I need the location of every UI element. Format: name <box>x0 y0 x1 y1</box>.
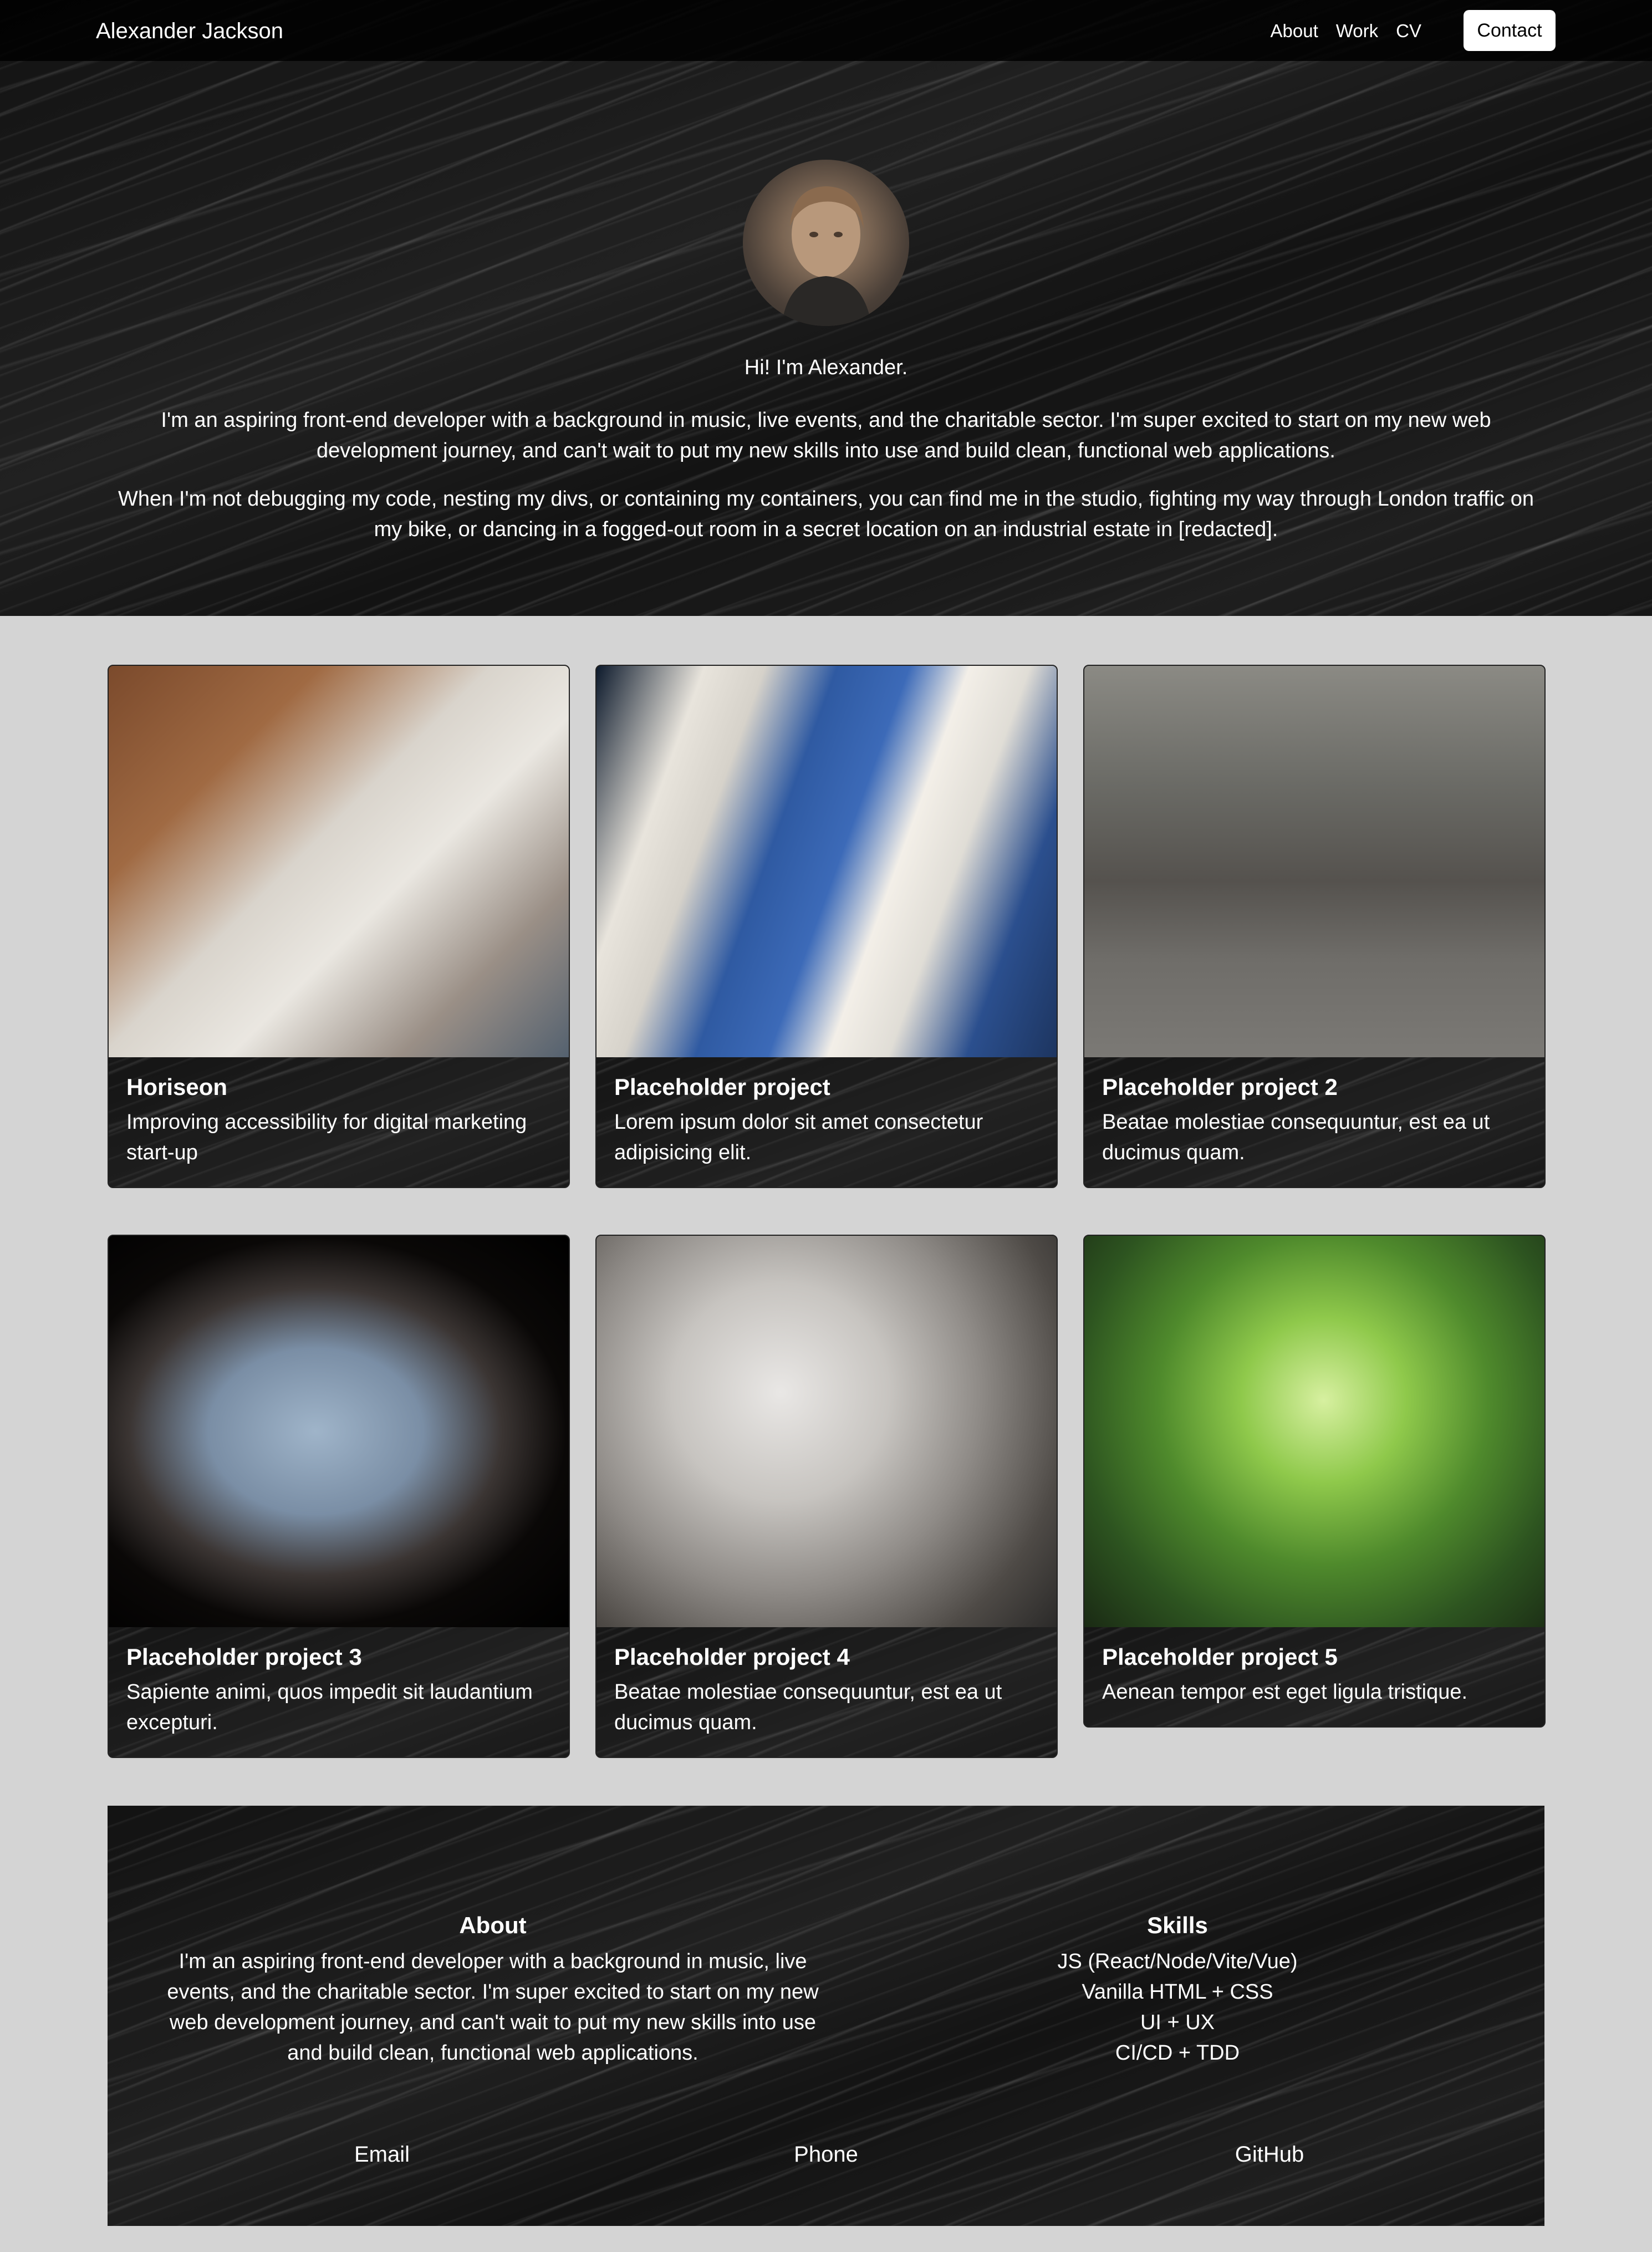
hero-section: Hi! I'm Alexander. I'm an aspiring front… <box>0 0 1652 616</box>
footer-skills: Skills JS (React/Node/Vite/Vue) Vanilla … <box>900 1910 1455 2068</box>
hero-greeting: Hi! I'm Alexander. <box>744 356 908 379</box>
hero-intro-paragraph: I'm an aspiring front-end developer with… <box>161 409 1491 462</box>
skill-item: JS (React/Node/Vite/Vue) <box>1057 1950 1298 1973</box>
nav-link-about[interactable]: About <box>1271 19 1318 43</box>
project-description: Improving accessibility for digital mark… <box>126 1110 527 1164</box>
city-cyclist-photo <box>1084 666 1544 1057</box>
bridge-window-photo <box>109 1236 569 1627</box>
project-description: Beatae molestiae consequuntur, est ea ut… <box>1102 1110 1490 1164</box>
project-card[interactable]: Placeholder project 2 Beatae molestiae c… <box>1083 665 1546 1188</box>
project-card[interactable]: Placeholder project 5 Aenean tempor est … <box>1083 1235 1546 1728</box>
project-card[interactable]: Placeholder project 4 Beatae molestiae c… <box>595 1235 1058 1758</box>
building-facade-photo <box>596 666 1057 1057</box>
contact-button[interactable]: Contact <box>1464 10 1556 51</box>
project-description: Sapiente animi, quos impedit sit laudant… <box>126 1680 533 1734</box>
nav-link-cv[interactable]: CV <box>1396 19 1421 43</box>
skills-list: JS (React/Node/Vite/Vue) Vanilla HTML + … <box>900 1947 1455 2068</box>
profile-avatar <box>743 160 909 326</box>
project-description: Aenean tempor est eget ligula tristique. <box>1102 1680 1468 1704</box>
skill-item: Vanilla HTML + CSS <box>1082 1980 1273 2004</box>
project-card[interactable]: Placeholder project 3 Sapiente animi, qu… <box>108 1235 570 1758</box>
hero-hobbies-paragraph: When I'm not debugging my code, nesting … <box>118 487 1534 541</box>
site-brand[interactable]: Alexander Jackson <box>96 17 283 45</box>
skill-item: CI/CD + TDD <box>1115 2041 1240 2065</box>
skill-item: UI + UX <box>1140 2011 1215 2034</box>
nav-links: About Work CV <box>1271 19 1422 43</box>
project-description: Lorem ipsum dolor sit amet consectetur a… <box>614 1110 983 1164</box>
project-title: Placeholder project 3 <box>126 1644 362 1670</box>
footer-about-text: I'm an aspiring front-end developer with… <box>167 1950 819 2065</box>
project-title: Placeholder project <box>614 1074 830 1100</box>
footer-phone-link[interactable]: Phone <box>715 2139 937 2169</box>
project-title: Placeholder project 2 <box>1102 1074 1338 1100</box>
footer-skills-heading: Skills <box>1147 1912 1208 1938</box>
footer-email-link[interactable]: Email <box>271 2139 493 2169</box>
project-card[interactable]: Horiseon Improving accessibility for dig… <box>108 665 570 1188</box>
site-footer: About I'm an aspiring front-end develope… <box>108 1806 1544 2226</box>
team-meeting-photo <box>109 666 569 1057</box>
nav-link-work[interactable]: Work <box>1336 19 1378 43</box>
project-title: Placeholder project 5 <box>1102 1644 1338 1670</box>
forest-canopy-photo <box>1084 1236 1544 1627</box>
project-title: Horiseon <box>126 1074 228 1100</box>
footer-about: About I'm an aspiring front-end develope… <box>163 1910 823 2068</box>
footer-about-heading: About <box>459 1912 527 1938</box>
profile-photo-icon <box>782 186 871 326</box>
project-card[interactable]: Placeholder project Lorem ipsum dolor si… <box>595 665 1058 1188</box>
project-description: Beatae molestiae consequuntur, est ea ut… <box>614 1680 1002 1734</box>
top-navbar: Alexander Jackson About Work CV Contact <box>0 0 1652 61</box>
falcon-closeup-photo <box>596 1236 1057 1627</box>
footer-github-link[interactable]: GitHub <box>1159 2139 1380 2169</box>
project-title: Placeholder project 4 <box>614 1644 850 1670</box>
